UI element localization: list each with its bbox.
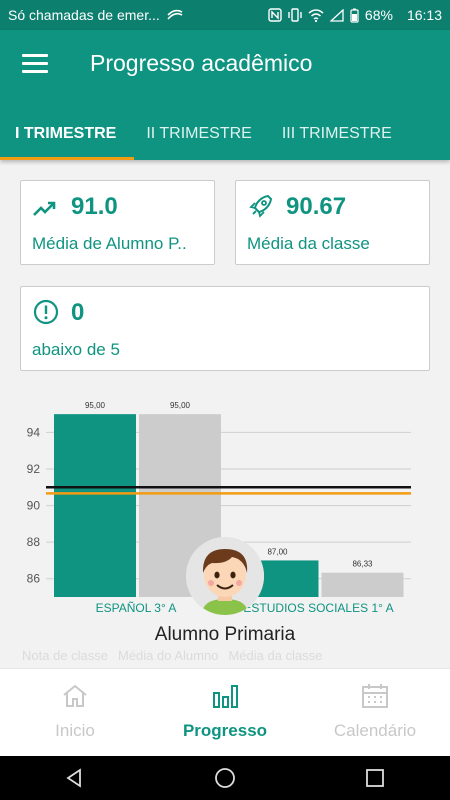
wifi-icon bbox=[308, 8, 324, 22]
nav-calendar-label: Calendário bbox=[333, 721, 417, 740]
student-name: Alumno Primaria bbox=[154, 624, 296, 645]
tab-bar: I TRIMESTRE II TRIMESTRE III TRIMESTRE bbox=[0, 108, 450, 160]
bar-student bbox=[54, 414, 136, 597]
tab-second-trimester[interactable]: II TRIMESTRE bbox=[131, 108, 267, 160]
battery-level: 68% bbox=[364, 7, 393, 23]
student-average-value: 91.0 bbox=[71, 193, 118, 220]
app-bar: Progresso acadêmico I TRIMESTRE II TRIME… bbox=[0, 30, 450, 160]
bar-value-label: 95,00 bbox=[85, 401, 106, 410]
tab-label: I TRIMESTRE bbox=[15, 125, 117, 142]
bar-value-label: 87,00 bbox=[267, 547, 288, 556]
nav-progress-label: Progresso bbox=[182, 721, 268, 740]
y-tick-label: 88 bbox=[27, 535, 41, 549]
student-average-label: Média de Alumno P.. bbox=[32, 234, 187, 253]
y-tick-label: 86 bbox=[27, 572, 41, 586]
bar-value-label: 95,00 bbox=[170, 401, 191, 410]
menu-icon-line bbox=[22, 54, 48, 57]
recents-square-icon bbox=[366, 769, 384, 787]
system-navigation-bar bbox=[0, 756, 450, 800]
alert-circle-icon bbox=[33, 299, 59, 325]
class-average-card: 90.67 Média da classe bbox=[235, 180, 430, 265]
avatar-image bbox=[186, 537, 264, 615]
home-icon bbox=[63, 684, 87, 707]
legend-class-grade: Nota de classe bbox=[22, 648, 108, 663]
y-tick-label: 90 bbox=[27, 499, 41, 513]
y-tick-label: 92 bbox=[27, 462, 41, 476]
below-grade-label: abaixo de 5 bbox=[32, 340, 120, 359]
bar-chart-icon bbox=[213, 685, 238, 708]
tab-third-trimester[interactable]: III TRIMESTRE bbox=[267, 108, 407, 160]
trending-up-icon bbox=[33, 201, 56, 216]
menu-button[interactable] bbox=[22, 54, 48, 74]
x-category-label: ESPAÑOL 3° A bbox=[96, 601, 177, 615]
rocket-icon bbox=[249, 194, 273, 218]
status-bar: Só chamadas de emer... 68% 16:13 bbox=[0, 0, 450, 30]
page-title: Progresso acadêmico bbox=[90, 50, 313, 76]
class-average-label: Média da classe bbox=[247, 234, 370, 253]
student-avatar[interactable] bbox=[186, 537, 264, 615]
home-circle-icon bbox=[215, 768, 235, 788]
legend-student-average: Média do Alumno bbox=[118, 648, 219, 663]
battery-icon bbox=[350, 8, 359, 23]
nav-home-label: Inicio bbox=[55, 721, 95, 740]
back-button[interactable] bbox=[55, 758, 95, 798]
notification-text: Só chamadas de emer... bbox=[8, 7, 160, 23]
below-grade-value: 0 bbox=[71, 299, 85, 326]
tab-label: II TRIMESTRE bbox=[146, 125, 252, 142]
recents-button[interactable] bbox=[355, 758, 395, 798]
legend-class-average: Média da classe bbox=[228, 648, 323, 663]
nav-calendar[interactable]: Calendário bbox=[300, 669, 450, 756]
back-triangle-icon bbox=[66, 768, 81, 788]
vibrate-icon bbox=[288, 8, 302, 22]
home-button[interactable] bbox=[205, 758, 245, 798]
tab-indicator bbox=[0, 157, 134, 160]
notification-icon bbox=[167, 9, 183, 20]
x-category-label: ESTUDIOS SOCIALES 1° A bbox=[243, 601, 393, 615]
y-tick-label: 94 bbox=[27, 425, 41, 439]
student-average-card: 91.0 Média de Alumno P.. bbox=[20, 180, 215, 265]
clock: 16:13 bbox=[406, 7, 442, 23]
below-grade-card: 0 abaixo de 5 bbox=[20, 286, 430, 371]
nav-progress[interactable]: Progresso bbox=[150, 669, 300, 756]
menu-icon-line bbox=[22, 70, 48, 73]
class-average-value: 90.67 bbox=[286, 193, 347, 220]
chart-legend: Nota de classe Média do Alumno Média da … bbox=[22, 648, 442, 663]
menu-icon-line bbox=[22, 62, 48, 65]
bottom-navigation: Inicio Progresso Calendário bbox=[0, 668, 450, 756]
nfc-icon bbox=[268, 8, 282, 22]
tab-label: III TRIMESTRE bbox=[281, 125, 392, 142]
signal-icon bbox=[329, 8, 344, 22]
tab-first-trimester[interactable]: I TRIMESTRE bbox=[0, 108, 131, 160]
nav-home[interactable]: Inicio bbox=[0, 669, 150, 756]
calendar-icon bbox=[362, 684, 388, 708]
bar-class bbox=[321, 572, 404, 597]
bar-value-label: 86,33 bbox=[352, 560, 373, 569]
